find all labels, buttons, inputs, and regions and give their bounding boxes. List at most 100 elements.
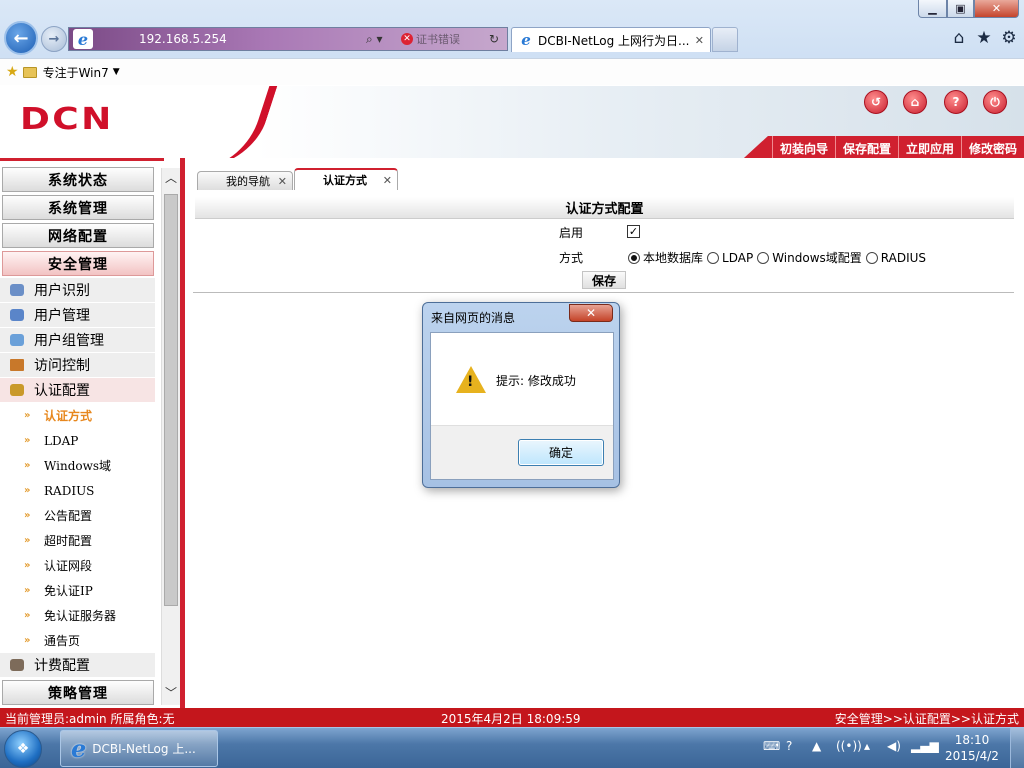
sidebar-item-user-group[interactable]: 用户组管理	[0, 328, 155, 352]
menu-policy-management[interactable]: 策略管理	[2, 680, 154, 705]
arrow-right-icon: »	[24, 435, 31, 446]
change-password-button[interactable]: 修改密码	[960, 136, 1024, 158]
tab-my-navigation[interactable]: 我的导航 ✕	[197, 171, 293, 190]
sidebar-scrollbar[interactable]: ︿ ﹀	[161, 168, 180, 705]
subitem-auth-method[interactable]: » 认证方式	[0, 403, 155, 428]
back-button[interactable]: ←	[4, 21, 38, 55]
sidebar-item-label: 用户管理	[34, 308, 90, 324]
ok-button[interactable]: 确定	[518, 439, 604, 466]
browser-chrome: ▁ ▣ ✕ ← → e 192.168.5.254 ⌕ ▾ ✕ 证书错误 ↻ e…	[0, 0, 1024, 85]
radio-local-database[interactable]	[628, 251, 640, 264]
favorites-star-icon[interactable]: ★	[973, 27, 995, 49]
sidebar-item-label: 访问控制	[34, 358, 90, 374]
chevron-down-icon[interactable]: ▼	[113, 67, 120, 77]
subitem-notice-page[interactable]: » 通告页	[0, 628, 155, 653]
volume-icon[interactable]: ◀)	[887, 739, 901, 753]
address-url[interactable]: 192.168.5.254	[139, 32, 227, 46]
scroll-down-icon[interactable]: ﹀	[162, 683, 180, 701]
radio-windows-domain[interactable]	[757, 251, 770, 264]
taskbar-ie-button[interactable]: e DCBI-NetLog 上...	[60, 730, 218, 767]
add-favorite-icon[interactable]: ★	[6, 64, 19, 80]
browser-tab[interactable]: e DCBI-NetLog 上网行为日... ✕	[511, 27, 711, 52]
subitem-ldap[interactable]: » LDAP	[0, 428, 155, 453]
status-bar: 当前管理员:admin 所属角色:无 2015年4月2日 18:09:59 安全…	[0, 708, 1024, 727]
show-desktop-button[interactable]	[1010, 728, 1024, 768]
subitem-label: 认证方式	[44, 409, 93, 423]
windows-logo-icon: ❖	[16, 741, 30, 757]
search-dropdown-icon[interactable]: ⌕ ▾	[366, 32, 383, 47]
tab-close-icon[interactable]: ✕	[383, 174, 392, 187]
tray-clock[interactable]: 18:10 2015/4/2	[940, 732, 1004, 764]
forward-button[interactable]: →	[41, 26, 67, 52]
dialog-body: ! 提示: 修改成功 确定	[430, 332, 614, 480]
radio-ldap[interactable]	[707, 251, 720, 264]
scrollbar-thumb[interactable]	[164, 194, 178, 606]
scroll-up-icon[interactable]: ︿	[162, 168, 180, 186]
gear-icon[interactable]: ⚙	[998, 27, 1020, 49]
subitem-label: Windows域	[44, 459, 112, 473]
subitem-exempt-ip[interactable]: » 免认证IP	[0, 578, 155, 603]
logout-icon[interactable]: ↺	[864, 90, 888, 114]
menu-network-config[interactable]: 网络配置	[2, 223, 154, 248]
apply-now-button[interactable]: 立即应用	[897, 136, 961, 158]
window-maximize-button[interactable]: ▣	[947, 0, 974, 18]
tray-expand-icon[interactable]: ▲	[812, 739, 821, 753]
subitem-windows-domain[interactable]: » Windows域	[0, 453, 155, 478]
help-icon[interactable]: ?	[786, 739, 792, 753]
enable-checkbox[interactable]: ✓	[627, 225, 640, 238]
tools-icon	[10, 384, 24, 396]
sidebar-item-user-management[interactable]: 用户管理	[0, 303, 155, 327]
keyboard-icon[interactable]: ⌨	[763, 739, 780, 753]
new-tab-button[interactable]	[712, 27, 738, 52]
menu-security-management[interactable]: 安全管理	[2, 251, 154, 276]
window-minimize-button[interactable]: ▁	[918, 0, 947, 18]
setup-wizard-button[interactable]: 初装向导	[771, 136, 835, 158]
taskbar-ie-label: DCBI-NetLog 上...	[92, 742, 196, 756]
sidebar-item-label: 用户组管理	[34, 333, 104, 349]
users-icon	[10, 309, 24, 321]
signal-icon[interactable]: ▂▄▆	[911, 739, 939, 753]
ie-page-icon: e	[73, 29, 93, 49]
radio-label: Windows域配置	[772, 251, 862, 265]
tab-auth-method[interactable]: 认证方式 ✕	[294, 168, 398, 190]
taskbar: ❖ e DCBI-NetLog 上... ⌨ ? ▲ ((•)) ▴ ◀) ▂▄…	[0, 727, 1024, 768]
subitem-auth-segment[interactable]: » 认证网段	[0, 553, 155, 578]
clock-date: 2015/4/2	[945, 749, 999, 763]
window-close-button[interactable]: ✕	[974, 0, 1019, 18]
subitem-timeout-config[interactable]: » 超时配置	[0, 528, 155, 553]
subitem-exempt-server[interactable]: » 免认证服务器	[0, 603, 155, 628]
menu-system-management[interactable]: 系统管理	[2, 195, 154, 220]
save-config-button[interactable]: 保存配置	[834, 136, 898, 158]
arrow-right-icon: »	[24, 635, 31, 646]
home-icon[interactable]: ⌂	[948, 27, 970, 49]
dialog-title: 来自网页的消息	[431, 311, 516, 325]
sidebar-item-access-control[interactable]: 访问控制	[0, 353, 155, 377]
chevron-up-icon[interactable]: ▴	[864, 739, 870, 753]
favorites-folder-label[interactable]: 专注于Win7	[43, 64, 109, 81]
subitem-label: RADIUS	[44, 483, 95, 498]
sidebar-item-auth-config[interactable]: 认证配置	[0, 378, 155, 402]
refresh-icon[interactable]: ↻	[489, 32, 499, 46]
help-icon[interactable]: ?	[944, 90, 968, 114]
subitem-notice-config[interactable]: » 公告配置	[0, 503, 155, 528]
save-button[interactable]: 保存	[582, 271, 626, 289]
certificate-error[interactable]: ✕ 证书错误	[401, 31, 460, 47]
menu-system-status[interactable]: 系统状态	[2, 167, 154, 192]
sidebar-item-user-identify[interactable]: 用户识别	[0, 278, 155, 302]
radio-radius[interactable]	[865, 251, 878, 264]
tab-close-icon[interactable]: ✕	[278, 175, 287, 188]
subitem-label: 公告配置	[44, 509, 93, 523]
firewall-icon	[10, 359, 24, 371]
exit-icon[interactable]: ⏻	[983, 90, 1007, 114]
address-bar[interactable]: e 192.168.5.254 ⌕ ▾ ✕ 证书错误 ↻	[68, 27, 508, 51]
start-button[interactable]: ❖	[4, 730, 42, 768]
user-icon	[10, 284, 24, 296]
sidebar-item-billing[interactable]: 计费配置	[0, 653, 155, 677]
radio-label: RADIUS	[880, 250, 927, 265]
dialog-close-button[interactable]: ✕	[569, 304, 613, 322]
app-header: DCN ↺ ⌂ ? ⏻ 初装向导 保存配置 立即应用 修改密码	[0, 86, 1024, 158]
home-icon[interactable]: ⌂	[903, 90, 927, 114]
wifi-icon[interactable]: ((•))	[836, 739, 862, 753]
tab-close-icon[interactable]: ✕	[695, 34, 704, 47]
subitem-radius[interactable]: » RADIUS	[0, 478, 155, 503]
